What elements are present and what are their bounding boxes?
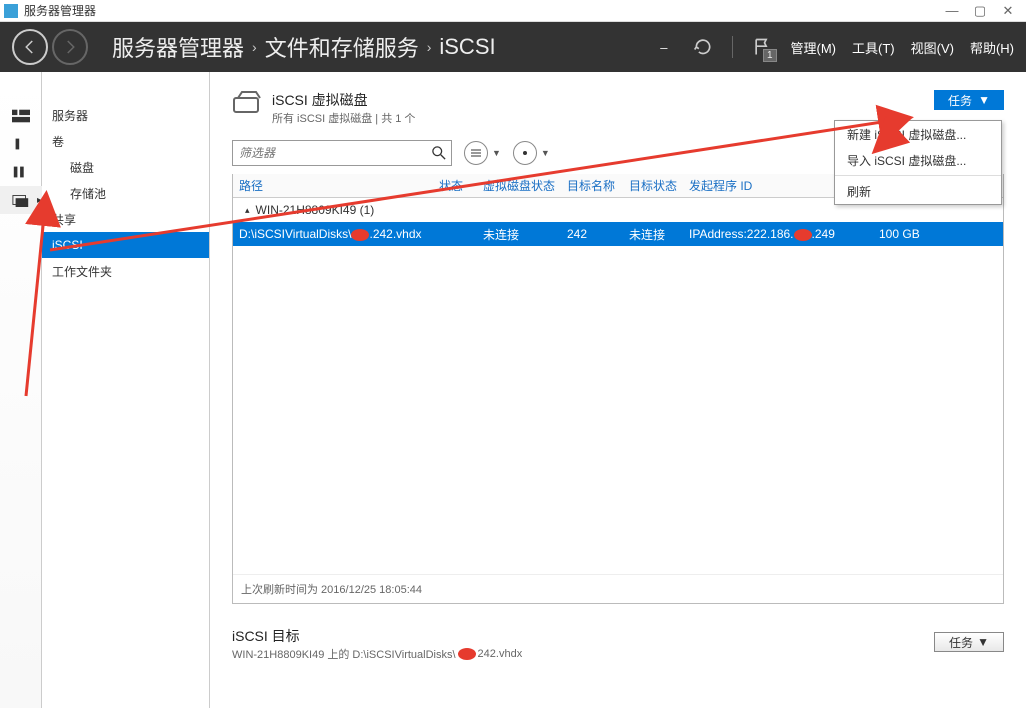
notifications-button[interactable]: 1 <box>749 34 775 60</box>
crumb-page[interactable]: iSCSI <box>439 34 495 60</box>
lower-tasks-label: 任务 <box>949 634 973 651</box>
cell-tstat: 未连接 <box>623 226 683 243</box>
chevron-right-icon: › <box>244 39 265 55</box>
filter-input[interactable] <box>233 146 427 160</box>
sidebar-item-servers[interactable]: 服务器 <box>42 102 209 128</box>
menu-view[interactable]: 视图(V) <box>911 38 954 57</box>
nav-column: 服务器 卷 磁盘 存储池 共享 iSCSI 工作文件夹 <box>42 72 210 708</box>
sidebar-item-disks[interactable]: 磁盘 <box>42 154 209 180</box>
cell-path-pre: D:\iSCSIVirtualDisks\ <box>239 227 351 241</box>
filter-box[interactable] <box>232 140 452 166</box>
menu-help[interactable]: 帮助(H) <box>970 38 1014 57</box>
header-bar: 服务器管理器 › 文件和存储服务 › iSCSI – 1 管理(M) 工具(T)… <box>0 22 1026 72</box>
chevron-down-icon: ▼ <box>977 635 989 649</box>
cell-iqn-post: .249 <box>812 227 835 241</box>
chevron-down-icon[interactable]: ▼ <box>492 148 501 158</box>
chevron-right-icon: › <box>419 39 440 55</box>
chevron-down-icon: ▼ <box>978 93 990 107</box>
breadcrumb[interactable]: 服务器管理器 › 文件和存储服务 › iSCSI <box>92 31 660 63</box>
tasks-dropdown[interactable]: 任务 ▼ <box>934 90 1004 110</box>
lower-section: iSCSI 目标 WIN-21H8809KI49 上的 D:\iSCSIVirt… <box>232 626 1004 662</box>
col-vdisk-status[interactable]: 虚拟磁盘状态 <box>477 177 561 194</box>
crumb-section[interactable]: 文件和存储服务 <box>265 31 419 63</box>
lower-subtitle: WIN-21H8809KI49 上的 D:\iSCSIVirtualDisks\… <box>232 646 1004 662</box>
search-icon[interactable] <box>427 146 451 160</box>
all-servers-icon[interactable] <box>0 158 42 186</box>
dashboard-icon[interactable] <box>0 102 42 130</box>
section-title: iSCSI 虚拟磁盘 <box>272 90 934 110</box>
dropdown-dash[interactable]: – <box>660 40 673 55</box>
expand-icon[interactable]: ▴ <box>245 205 250 216</box>
group-label: WIN-21H8809KI49 (1) <box>256 203 375 217</box>
sidebar-item-iscsi[interactable]: iSCSI <box>42 232 209 258</box>
redacted-blob <box>351 229 369 241</box>
redacted-blob <box>794 229 812 241</box>
notification-count: 1 <box>763 49 777 62</box>
nav-back-button[interactable] <box>12 29 48 65</box>
file-storage-icon[interactable]: ▸ <box>0 186 42 214</box>
chevron-right-icon: ▸ <box>37 195 42 206</box>
crumb-root[interactable]: 服务器管理器 <box>112 31 244 63</box>
col-target-name[interactable]: 目标名称 <box>561 177 623 194</box>
lower-tasks-dropdown[interactable]: 任务 ▼ <box>934 632 1004 652</box>
redacted-blob <box>458 648 476 660</box>
col-target-status[interactable]: 目标状态 <box>623 177 683 194</box>
menu-manage[interactable]: 管理(M) <box>791 38 837 57</box>
tasks-label: 任务 <box>948 92 972 109</box>
col-path[interactable]: 路径 <box>233 177 433 194</box>
table-footer: 上次刷新时间为 2016/12/25 18:05:44 <box>233 574 1003 603</box>
cell-size: 100 GB <box>873 227 943 241</box>
cell-iqn-pre: IPAddress:222.186. <box>689 227 794 241</box>
icon-column: ▸ <box>0 72 42 708</box>
separator <box>732 36 733 58</box>
menu-import-vdisk[interactable]: 导入 iSCSI 虚拟磁盘... <box>835 147 1001 173</box>
vdisk-table: 路径 状态 虚拟磁盘状态 目标名称 目标状态 发起程序 ID ▴ WIN-21H… <box>232 174 1004 604</box>
minimize-button[interactable]: — <box>938 1 966 21</box>
view-options-button[interactable] <box>513 141 537 165</box>
filter-options-button[interactable] <box>464 141 488 165</box>
refresh-button[interactable] <box>690 34 716 60</box>
lower-sub-pre: WIN-21H8809KI49 上的 D:\iSCSIVirtualDisks\ <box>232 646 456 662</box>
sidebar-item-workfolders[interactable]: 工作文件夹 <box>42 258 209 284</box>
close-button[interactable]: ✕ <box>994 1 1022 21</box>
disk-icon <box>232 90 264 116</box>
sidebar-item-shares[interactable]: 共享 <box>42 206 209 232</box>
titlebar: 服务器管理器 — ▢ ✕ <box>0 0 1026 22</box>
cell-vdisk: 未连接 <box>477 226 561 243</box>
cell-path-post: .242.vhdx <box>369 227 421 241</box>
sidebar-item-volumes[interactable]: 卷 <box>42 128 209 154</box>
nav-forward-button[interactable] <box>52 29 88 65</box>
tasks-context-menu: 新建 iSCSI 虚拟磁盘... 导入 iSCSI 虚拟磁盘... 刷新 <box>834 120 1002 205</box>
window-title: 服务器管理器 <box>24 2 938 19</box>
cell-tname: 242 <box>561 227 623 241</box>
app-icon <box>4 4 18 18</box>
chevron-down-icon[interactable]: ▼ <box>541 148 550 158</box>
menu-refresh[interactable]: 刷新 <box>835 178 1001 204</box>
lower-sub-post: 242.vhdx <box>478 648 523 660</box>
menu-new-vdisk[interactable]: 新建 iSCSI 虚拟磁盘... <box>835 121 1001 147</box>
lower-title: iSCSI 目标 <box>232 626 1004 646</box>
table-row[interactable]: D:\iSCSIVirtualDisks\ .242.vhdx 未连接 242 未… <box>233 222 1003 246</box>
menu-separator <box>835 175 1001 176</box>
sidebar-item-storagepools[interactable]: 存储池 <box>42 180 209 206</box>
menu-tools[interactable]: 工具(T) <box>852 38 895 57</box>
col-status[interactable]: 状态 <box>433 177 477 194</box>
local-server-icon[interactable] <box>0 130 42 158</box>
maximize-button[interactable]: ▢ <box>966 1 994 21</box>
